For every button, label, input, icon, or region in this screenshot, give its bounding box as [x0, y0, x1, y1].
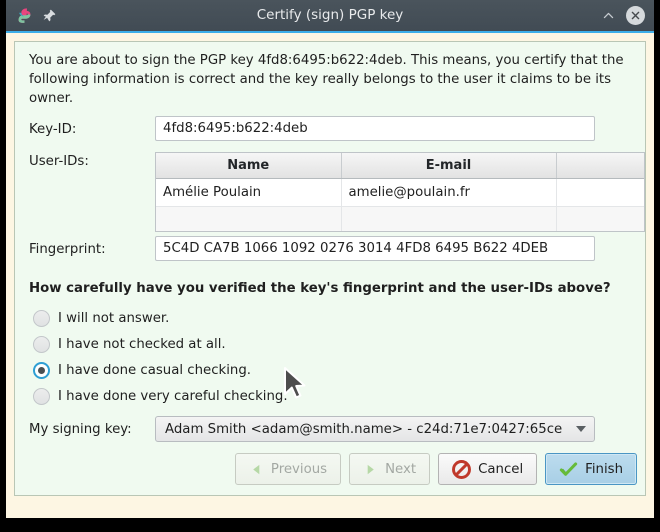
column-header-name[interactable]: Name: [156, 153, 341, 179]
key-id-label: Key-ID:: [29, 122, 76, 137]
title-bar: Certify (sign) PGP key: [6, 0, 654, 33]
radio-indicator: [33, 388, 50, 405]
user-ids-label: User-IDs:: [29, 154, 89, 169]
cell-email: amelie@poulain.fr: [341, 179, 556, 207]
cancel-button-label: Cancel: [478, 462, 523, 477]
table-row[interactable]: Amélie Poulain amelie@poulain.fr: [156, 179, 644, 207]
signing-key-label: My signing key:: [29, 422, 132, 437]
cell-extra: [556, 207, 644, 233]
column-header-email[interactable]: E-mail: [341, 153, 556, 179]
cancel-icon: [452, 460, 471, 479]
verification-question: How carefully have you verified the key'…: [29, 281, 611, 296]
chevron-down-icon: [576, 426, 586, 432]
radio-label: I have done very careful checking.: [58, 389, 288, 404]
fingerprint-label: Fingerprint:: [29, 242, 106, 257]
radio-indicator: [33, 336, 50, 353]
finish-button[interactable]: Finish: [545, 453, 637, 485]
arrow-left-icon: [249, 462, 264, 477]
key-id-field[interactable]: 4fd8:6495:b622:4deb: [155, 116, 595, 141]
radio-label: I will not answer.: [58, 311, 169, 326]
table-header-row: Name E-mail: [156, 153, 644, 179]
title-bar-buttons: [599, 0, 645, 31]
dialog-button-row: Previous Next Cancel: [235, 453, 637, 485]
previous-button[interactable]: Previous: [235, 453, 341, 485]
radio-option-casual-checking[interactable]: I have done casual checking.: [33, 359, 251, 381]
close-icon[interactable]: [626, 6, 645, 25]
previous-button-label: Previous: [271, 462, 327, 477]
next-button[interactable]: Next: [349, 453, 430, 485]
radio-indicator: [33, 310, 50, 327]
radio-option-careful-checking[interactable]: I have done very careful checking.: [33, 385, 288, 407]
cell-extra: [556, 179, 644, 207]
chevron-up-icon[interactable]: [599, 7, 617, 25]
radio-label: I have done casual checking.: [58, 363, 251, 378]
checkmark-icon: [559, 460, 578, 479]
arrow-right-icon: [363, 462, 378, 477]
user-ids-table[interactable]: Name E-mail Amélie Poulain amelie@poulai…: [155, 152, 645, 232]
fingerprint-field[interactable]: 5C4D CA7B 1066 1092 0276 3014 4FD8 6495 …: [155, 236, 595, 261]
cell-name: Amélie Poulain: [156, 179, 341, 207]
dialog-window: Certify (sign) PGP key You are about to …: [6, 0, 654, 518]
radio-indicator-selected: [33, 362, 50, 379]
cell-name: [156, 207, 341, 233]
cancel-button[interactable]: Cancel: [438, 453, 537, 485]
intro-text: You are about to sign the PGP key 4fd8:6…: [29, 51, 626, 108]
window-title: Certify (sign) PGP key: [6, 0, 654, 31]
table-row[interactable]: [156, 207, 644, 233]
radio-option-no-answer[interactable]: I will not answer.: [33, 307, 169, 329]
next-button-label: Next: [385, 462, 416, 477]
radio-option-not-checked[interactable]: I have not checked at all.: [33, 333, 226, 355]
signing-key-select[interactable]: Adam Smith <adam@smith.name> - c24d:71e7…: [155, 416, 595, 442]
dialog-content-panel: You are about to sign the PGP key 4fd8:6…: [14, 41, 646, 496]
signing-key-value: Adam Smith <adam@smith.name> - c24d:71e7…: [165, 422, 568, 437]
finish-button-label: Finish: [585, 462, 623, 477]
column-header-extra[interactable]: [556, 153, 644, 179]
cell-email: [341, 207, 556, 233]
radio-label: I have not checked at all.: [58, 337, 226, 352]
